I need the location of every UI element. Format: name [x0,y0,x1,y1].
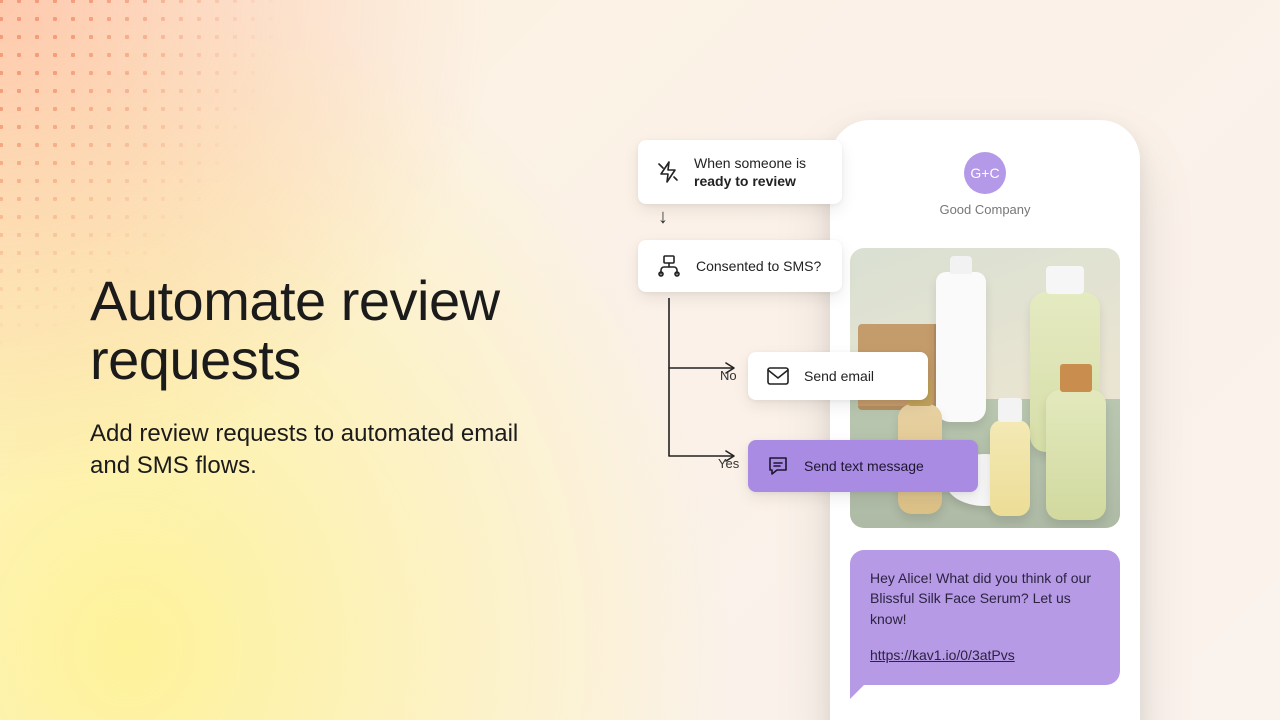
arrow-down-icon: ↓ [658,206,668,229]
action-email-text: Send email [804,367,874,385]
condition-text: Consented to SMS? [696,257,821,275]
avatar-initials: G+C [970,165,999,181]
flow-action-email-card[interactable]: Send email [748,352,928,400]
lightning-icon [656,160,680,184]
sms-message-link[interactable]: https://kav1.io/0/3atPvs [870,645,1100,665]
company-name-label: Good Company [830,202,1140,217]
flow-trigger-text: When someone is ready to review [694,154,806,190]
trigger-prefix: When someone is [694,155,806,171]
title-line-2: requests [90,328,301,391]
branch-label-yes: Yes [718,456,739,471]
company-avatar: G+C [964,152,1006,194]
branch-connector [668,298,746,478]
flow-condition-card[interactable]: Consented to SMS? [638,240,842,292]
page-title: Automate review requests [90,272,560,390]
flow-action-sms-card[interactable]: Send text message [748,440,978,492]
trigger-event: ready to review [694,172,806,190]
title-line-1: Automate review [90,269,500,332]
mail-icon [766,366,790,386]
branch-label-no: No [720,368,737,383]
chat-icon [766,454,790,478]
phone-mockup: G+C Good Company Hey Alice! What did you… [830,120,1140,720]
sms-message-text: Hey Alice! What did you think of our Bli… [870,570,1091,627]
action-sms-text: Send text message [804,457,924,475]
split-icon [656,254,682,278]
page-subtitle: Add review requests to automated email a… [90,418,560,483]
headline-block: Automate review requests Add review requ… [90,272,560,482]
sms-message-bubble: Hey Alice! What did you think of our Bli… [850,550,1120,685]
flow-trigger-card[interactable]: When someone is ready to review [638,140,842,204]
